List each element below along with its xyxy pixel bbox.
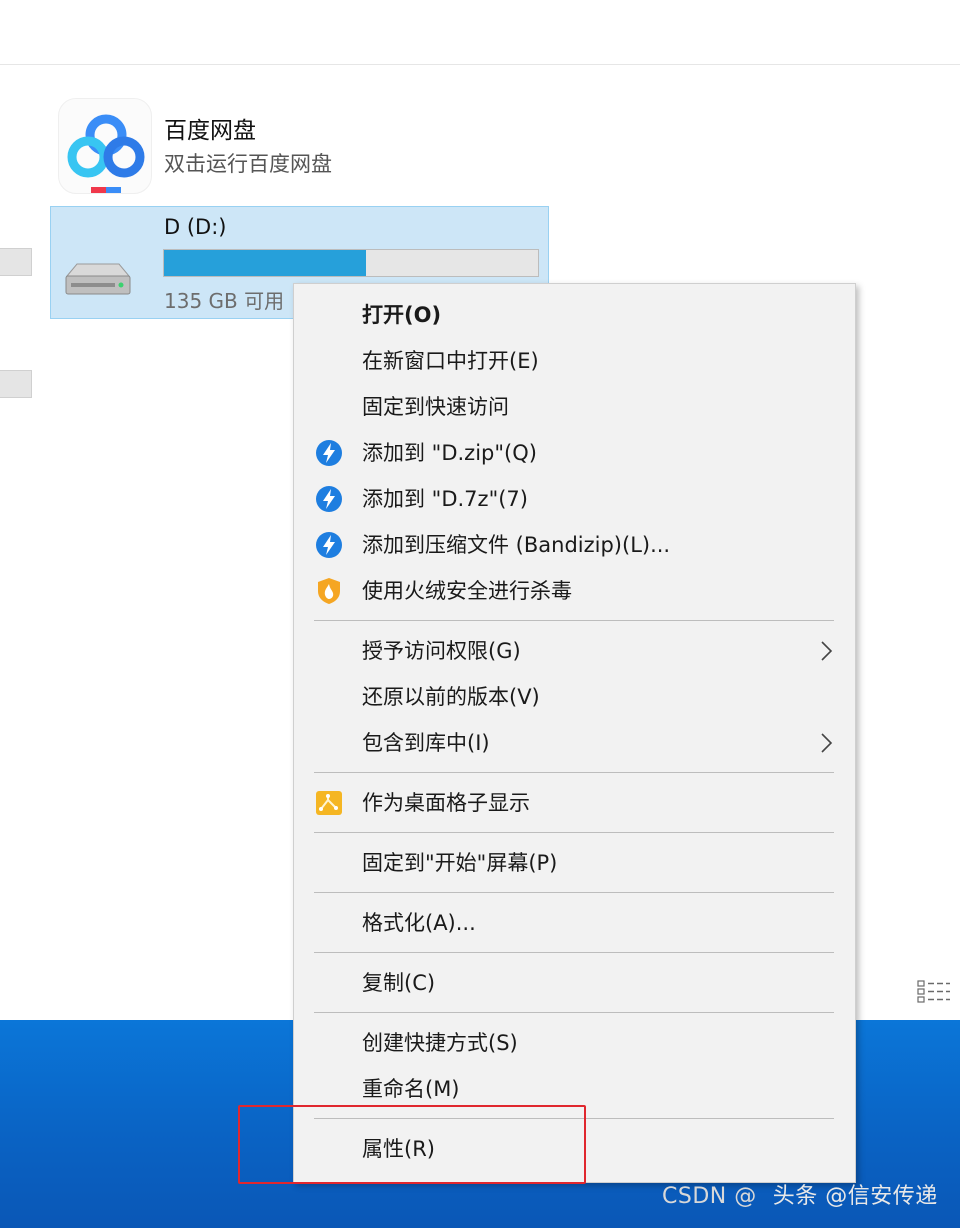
menu-separator xyxy=(314,772,834,773)
bandizip-icon xyxy=(314,530,344,560)
menu-item-label: 打开(O) xyxy=(362,303,442,327)
drive-usage-bar xyxy=(163,249,539,277)
annotation-highlight-box xyxy=(238,1105,586,1184)
drive-usage-fill xyxy=(164,250,366,276)
menu-item-10[interactable]: 包含到库中(I) xyxy=(294,722,855,764)
menu-item-label: 包含到库中(I) xyxy=(362,731,490,755)
menu-item-15[interactable]: 创建快捷方式(S) xyxy=(294,1022,855,1064)
menu-item-7[interactable]: 使用火绒安全进行杀毒 xyxy=(294,570,855,612)
desktop-grid-icon xyxy=(314,788,344,818)
nav-pane-edge[interactable] xyxy=(0,248,32,276)
menu-item-5[interactable]: 添加到 "D.7z"(7) xyxy=(294,478,855,520)
menu-item-3[interactable]: 固定到快速访问 xyxy=(294,386,855,428)
baidu-netdisk-title: 百度网盘 xyxy=(164,118,256,144)
drive-name: D (D:) xyxy=(164,215,227,239)
details-view-icon[interactable] xyxy=(917,980,951,1008)
menu-separator xyxy=(314,1012,834,1013)
menu-item-label: 固定到快速访问 xyxy=(362,395,509,419)
menu-item-label: 作为桌面格子显示 xyxy=(362,791,530,815)
menu-item-label: 在新窗口中打开(E) xyxy=(362,349,539,373)
menu-item-label: 固定到"开始"屏幕(P) xyxy=(362,851,558,875)
chevron-right-icon xyxy=(816,639,836,663)
menu-item-4[interactable]: 添加到 "D.zip"(Q) xyxy=(294,432,855,474)
menu-item-label: 授予访问权限(G) xyxy=(362,639,521,663)
hard-drive-icon xyxy=(63,262,133,302)
menu-item-6[interactable]: 添加到压缩文件 (Bandizip)(L)... xyxy=(294,524,855,566)
menu-item-label: 复制(C) xyxy=(362,971,436,995)
menu-separator xyxy=(314,952,834,953)
huorong-shield-icon xyxy=(314,576,344,606)
menu-item-13[interactable]: 格式化(A)... xyxy=(294,902,855,944)
menu-separator xyxy=(314,892,834,893)
bandizip-icon xyxy=(314,438,344,468)
watermark-csdn: CSDN @ xyxy=(662,1184,757,1209)
menu-item-label: 还原以前的版本(V) xyxy=(362,685,540,709)
menu-item-11[interactable]: 作为桌面格子显示 xyxy=(294,782,855,824)
chevron-right-icon xyxy=(816,731,836,755)
watermark-text: 头条 @信安传递 xyxy=(772,1184,938,1209)
menu-item-label: 添加到压缩文件 (Bandizip)(L)... xyxy=(362,533,671,557)
menu-item-12[interactable]: 固定到"开始"屏幕(P) xyxy=(294,842,855,884)
menu-item-label: 添加到 "D.7z"(7) xyxy=(362,487,528,511)
explorer-top-strip xyxy=(0,0,960,65)
menu-item-label: 创建快捷方式(S) xyxy=(362,1031,518,1055)
menu-separator xyxy=(314,832,834,833)
context-menu: 打开(O) 在新窗口中打开(E) 固定到快速访问添加到 "D.zip"(Q) 添加到 … xyxy=(293,283,856,1183)
baidu-netdisk-icon xyxy=(58,98,152,194)
menu-item-9[interactable]: 还原以前的版本(V) xyxy=(294,676,855,718)
menu-separator xyxy=(314,620,834,621)
menu-item-label: 重命名(M) xyxy=(362,1077,460,1101)
menu-item-14[interactable]: 复制(C) xyxy=(294,962,855,1004)
bandizip-icon xyxy=(314,484,344,514)
nav-pane-edge[interactable] xyxy=(0,370,32,398)
menu-item-16[interactable]: 重命名(M) xyxy=(294,1068,855,1110)
watermark: CSDN @ 头条 @信安传递 xyxy=(662,1178,938,1210)
drive-free-space: 135 GB 可用 xyxy=(164,289,285,313)
menu-item-label: 格式化(A)... xyxy=(362,911,476,935)
menu-item-label: 使用火绒安全进行杀毒 xyxy=(362,579,572,603)
baidu-netdisk-subtitle: 双击运行百度网盘 xyxy=(164,152,332,176)
menu-item-1[interactable]: 打开(O) xyxy=(294,294,855,336)
baidu-netdisk-tile[interactable] xyxy=(58,98,152,194)
menu-item-2[interactable]: 在新窗口中打开(E) xyxy=(294,340,855,382)
menu-item-8[interactable]: 授予访问权限(G) xyxy=(294,630,855,672)
menu-item-label: 添加到 "D.zip"(Q) xyxy=(362,441,537,465)
